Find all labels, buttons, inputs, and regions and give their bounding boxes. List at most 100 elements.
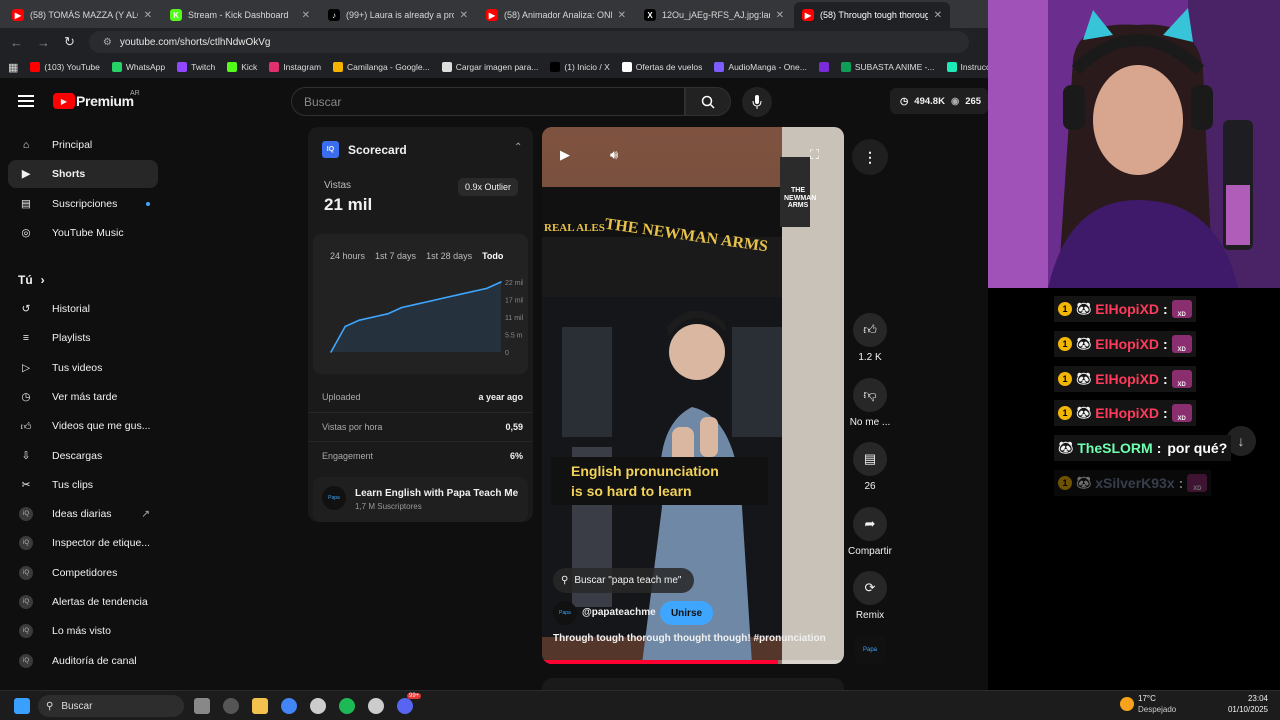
action-label: 26 — [864, 481, 876, 492]
youtube-logo-icon[interactable]: ▶ — [53, 93, 75, 109]
collapse-chevron-icon[interactable]: ⌃ — [514, 142, 522, 153]
bookmark-item[interactable]: Ofertas de vuelos — [621, 62, 702, 72]
channel-avatar[interactable]: Papa — [553, 601, 577, 625]
bookmark-item[interactable]: Kick — [227, 62, 257, 72]
volume-icon[interactable]: 🔊︎ — [610, 147, 618, 163]
bookmark-item[interactable]: (1) Inicio / X — [550, 62, 610, 72]
thumbs-up-button[interactable]: 👍︎ — [853, 313, 887, 347]
search-button[interactable] — [685, 87, 731, 116]
premium-logo[interactable]: Premium — [76, 93, 134, 109]
sidebar-tool-item[interactable]: iQ Competidores — [8, 559, 158, 587]
short-video-player[interactable]: THE NEWMAN ARMS REAL ALES THE NEWMAN ARM… — [542, 127, 844, 664]
sidebar-tool-item[interactable]: iQ Lo más visto — [8, 617, 158, 645]
range-tab[interactable]: Todo — [482, 251, 503, 261]
chat-username[interactable]: ElHopiXD — [1095, 405, 1159, 421]
close-icon[interactable]: ✕ — [460, 10, 468, 21]
sidebar-item-history[interactable]: ↺ Historial — [8, 295, 158, 323]
site-info-icon[interactable]: ⚙ — [103, 37, 112, 48]
thumbs-down-button[interactable]: 👎︎ — [853, 377, 887, 412]
sidebar-item-youtube-music[interactable]: ◎ YouTube Music — [8, 219, 158, 247]
bookmark-item[interactable]: (103) YouTube — [30, 62, 100, 72]
comment-button[interactable]: ▤ — [853, 442, 887, 476]
sidebar-tool-item[interactable]: iQ Alertas de tendencia — [8, 588, 158, 616]
discord-icon[interactable] — [397, 698, 413, 714]
bookmark-item[interactable]: Camilanga - Google... — [333, 62, 430, 72]
chat-username[interactable]: ElHopiXD — [1095, 301, 1159, 317]
steam-icon[interactable] — [223, 698, 239, 714]
sound-thumbnail[interactable]: Papa — [855, 635, 885, 665]
obs-second-icon[interactable] — [368, 698, 384, 714]
chat-username[interactable]: xSilverK93x — [1095, 475, 1174, 491]
sidebar-item-video[interactable]: ▷ Tus videos — [8, 354, 158, 382]
chrome-icon[interactable] — [281, 698, 297, 714]
sidebar-tool-item[interactable]: iQ Inspector de etique... — [8, 529, 158, 557]
close-icon[interactable]: ✕ — [776, 10, 784, 21]
share-button[interactable]: ➦ — [853, 506, 887, 541]
file-explorer-icon[interactable] — [252, 698, 268, 714]
sidebar-item-download[interactable]: ⇩ Descargas — [8, 442, 158, 470]
bookmark-item[interactable]: Twitch — [177, 62, 215, 72]
sidebar-tool-item[interactable]: iQ Ideas diarias ↗ — [8, 500, 158, 528]
close-icon[interactable]: ✕ — [618, 10, 626, 21]
sidebar-tool-item[interactable]: iQ Auditoría de canal — [8, 647, 158, 675]
sidebar-item-principal[interactable]: ⌂ Principal — [8, 131, 158, 159]
reload-icon[interactable]: ↻ — [64, 34, 75, 50]
task-view-icon[interactable] — [194, 698, 210, 714]
bookmark-icon — [177, 62, 188, 72]
close-icon[interactable]: ✕ — [934, 10, 942, 21]
taskbar-search[interactable]: ⚲ Buscar — [38, 695, 184, 717]
action-label: Remix — [855, 610, 885, 621]
sidebar-item-scissors[interactable]: ✂ Tus clips — [8, 471, 158, 499]
new-content-dot — [146, 201, 150, 206]
bookmark-item[interactable]: Instrucciones del — [946, 62, 988, 72]
browser-tab[interactable]: ▶ (58) Animador Analiza: ONE PIE ✕ — [478, 2, 634, 28]
channel-card[interactable]: Papa Learn English with Papa Teach Me 1,… — [313, 477, 528, 522]
related-search-chip[interactable]: ⚲ Buscar "papa teach me" — [553, 568, 694, 593]
more-options-icon[interactable]: ⋮ — [852, 139, 888, 175]
bookmark-item[interactable]: SUBASTA ANIME -... — [840, 62, 935, 72]
close-icon[interactable]: ✕ — [144, 10, 152, 21]
stream-stats: ◷ 494.8K ◉ 265 — [890, 88, 988, 114]
remix-button[interactable]: ⟳ — [853, 571, 887, 605]
sidebar-item-label: Historial — [52, 303, 90, 315]
browser-tab[interactable]: X 12Ou_jAEg-RFS_AJ.jpg:large (1 ✕ — [636, 2, 792, 28]
range-tab[interactable]: 1st 7 days — [375, 251, 416, 261]
chat-username[interactable]: TheSLORM — [1077, 440, 1152, 456]
forward-icon[interactable]: → — [37, 35, 50, 50]
range-tab[interactable]: 24 hours — [330, 251, 365, 261]
browser-tab[interactable]: K Stream - Kick Dashboard ✕ — [162, 2, 318, 28]
fullscreen-icon[interactable]: ⛶ — [810, 147, 819, 163]
bookmark-item[interactable]: Cargar imagen para... — [441, 62, 538, 72]
join-button[interactable]: Unirse — [660, 601, 713, 625]
progress-track[interactable] — [542, 660, 844, 664]
apps-icon[interactable]: ▦ — [8, 61, 18, 74]
sidebar-you-header[interactable]: Tú › — [8, 266, 158, 294]
sidebar-item-playlist[interactable]: ≡ Playlists — [8, 324, 158, 352]
sidebar-item-suscripciones[interactable]: ▤ Suscripciones — [8, 190, 158, 218]
menu-icon[interactable] — [18, 95, 34, 107]
sidebar-item-clock[interactable]: ◷ Ver más tarde — [8, 383, 158, 411]
browser-tab[interactable]: ♪ (99+) Laura is already a profess ✕ — [320, 2, 476, 28]
spotify-icon[interactable] — [339, 698, 355, 714]
sidebar-item-shorts[interactable]: ▶ Shorts — [8, 160, 158, 189]
url-field[interactable]: ⚙ youtube.com/shorts/ctlhNdwOkVg — [88, 31, 969, 53]
video-title[interactable]: Through tough thorough thought though! #… — [553, 633, 826, 644]
windows-start-icon[interactable] — [14, 698, 30, 714]
close-icon[interactable]: ✕ — [302, 10, 310, 21]
browser-tab[interactable]: ▶ (58) Through tough thorough th ✕ — [794, 2, 950, 28]
browser-tab[interactable]: ▶ (58) TOMÁS MAZZA (Y ALONSO ✕ — [4, 2, 160, 28]
bookmark-item[interactable]: Instagram — [269, 62, 321, 72]
range-tab[interactable]: 1st 28 days — [426, 251, 472, 261]
sidebar-item-like[interactable]: 👍︎ Videos que me gus... — [8, 412, 158, 440]
play-icon[interactable]: ▶ — [560, 147, 578, 165]
channel-handle[interactable]: @papateachme — [582, 607, 656, 618]
bookmark-item[interactable]: WhatsApp — [111, 62, 165, 72]
bookmark-item[interactable] — [818, 62, 829, 72]
chat-username[interactable]: ElHopiXD — [1095, 371, 1159, 387]
voice-search-button[interactable] — [742, 87, 772, 117]
chat-username[interactable]: ElHopiXD — [1095, 336, 1159, 352]
search-input[interactable]: Buscar — [291, 87, 685, 116]
back-icon[interactable]: ← — [10, 35, 23, 50]
bookmark-item[interactable]: AudioManga - One... — [714, 62, 807, 72]
obs-icon[interactable] — [310, 698, 326, 714]
